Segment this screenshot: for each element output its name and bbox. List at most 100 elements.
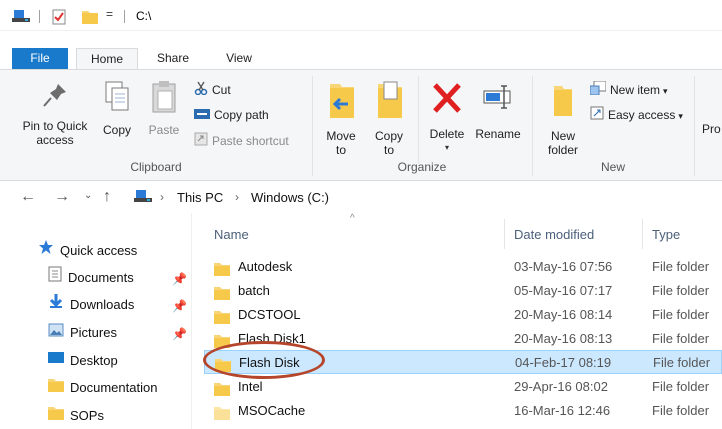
nav-desktop-label: Desktop	[70, 353, 118, 368]
group-divider	[694, 76, 695, 176]
file-name: MSOCache	[238, 403, 306, 418]
nav-documentation-label: Documentation	[70, 380, 158, 395]
column-resize-handle[interactable]	[504, 219, 505, 249]
table-row[interactable]: Intel 29-Apr-16 08:02 File folder	[204, 375, 722, 399]
rename-icon	[472, 80, 524, 121]
forward-arrow-icon[interactable]: →	[54, 188, 70, 206]
recent-locations-icon[interactable]: ⌄	[84, 190, 92, 201]
pin-icon	[16, 80, 94, 113]
up-arrow-icon[interactable]: ↑	[103, 188, 111, 206]
rename-button[interactable]: Rename	[472, 80, 524, 141]
pin-to-quick-access-label: Pin to Quick access	[22, 119, 88, 147]
organize-group-label: Organize	[397, 160, 447, 174]
pin-icon[interactable]: 📌	[172, 327, 187, 341]
table-row[interactable]: DCSTOOL 20-May-16 08:14 File folder	[204, 303, 722, 327]
navigation-pane: Quick access Documents 📌 Downloads 📌 Pic…	[0, 213, 195, 429]
nav-downloads[interactable]: Downloads	[48, 293, 134, 317]
file-type: File folder	[652, 259, 710, 274]
scissors-icon	[194, 81, 208, 101]
file-date: 05-May-16 07:17	[514, 283, 613, 298]
tab-home[interactable]: Home	[76, 48, 138, 70]
copy-path-button[interactable]: Copy path	[194, 105, 269, 125]
delete-x-icon	[424, 80, 470, 121]
file-name: Autodesk	[238, 259, 293, 274]
downloads-icon	[48, 293, 64, 317]
pin-icon[interactable]: 📌	[172, 272, 187, 286]
new-folder-button[interactable]: New folder	[538, 80, 588, 157]
pane-divider[interactable]	[191, 213, 192, 429]
nav-desktop[interactable]: Desktop	[48, 349, 118, 373]
move-to-icon	[320, 80, 362, 123]
divider	[124, 10, 125, 23]
easy-access-icon	[590, 106, 604, 126]
clipboard-group-label: Clipboard	[130, 160, 182, 174]
paste-shortcut-button[interactable]: Paste shortcut	[194, 131, 289, 151]
pin-to-quick-access-button[interactable]: Pin to Quick access	[16, 80, 94, 147]
cut-button[interactable]: Cut	[194, 80, 231, 100]
column-header-name[interactable]: Name	[214, 227, 249, 242]
new-item-button[interactable]: New item ▾	[589, 80, 668, 100]
highlight-circle	[203, 341, 325, 379]
nav-documents[interactable]: Documents	[48, 266, 134, 290]
paste-shortcut-icon	[194, 132, 208, 152]
easy-access-label: Easy access	[608, 108, 676, 122]
nav-documentation[interactable]: Documentation	[48, 376, 157, 400]
tab-share[interactable]: Share	[152, 48, 194, 69]
copy-label: Copy	[102, 123, 131, 137]
tab-file[interactable]: File	[12, 48, 68, 69]
file-date: 16-Mar-16 12:46	[514, 403, 611, 418]
new-folder-qat-icon[interactable]	[82, 9, 98, 27]
column-header-type[interactable]: Type	[652, 227, 680, 242]
copy-button[interactable]: Copy	[98, 80, 136, 137]
properties-button[interactable]: Pro	[702, 122, 722, 136]
nav-quick-access[interactable]: Quick access	[38, 239, 137, 263]
nav-sops[interactable]: SOPs	[48, 404, 104, 428]
qat-dropdown-icon[interactable]: =	[106, 7, 113, 21]
paste-label: Paste	[148, 123, 180, 137]
file-type: File folder	[652, 403, 710, 418]
breadcrumb-separator-icon[interactable]: ›	[160, 190, 164, 204]
pin-icon[interactable]: 📌	[172, 299, 187, 313]
column-resize-handle[interactable]	[642, 219, 643, 249]
paste-shortcut-label: Paste shortcut	[212, 134, 289, 148]
nav-downloads-label: Downloads	[70, 297, 135, 312]
new-folder-label: New folder	[547, 129, 579, 157]
explorer-app-icon[interactable]	[12, 9, 32, 26]
column-header-date-modified[interactable]: Date modified	[514, 227, 594, 242]
this-pc-icon[interactable]	[134, 189, 154, 206]
easy-access-button[interactable]: Easy access ▾	[590, 105, 683, 125]
file-type: File folder	[652, 379, 710, 394]
folder-icon	[214, 404, 230, 428]
file-type: File folder	[653, 355, 711, 370]
copy-path-icon	[194, 106, 210, 126]
file-date: 03-May-16 07:56	[514, 259, 613, 274]
address-bar: ← → ⌄ ↑ › This PC › Windows (C:)	[0, 181, 722, 213]
table-row[interactable]: Autodesk 03-May-16 07:56 File folder	[204, 255, 722, 279]
table-row[interactable]: batch 05-May-16 07:17 File folder	[204, 279, 722, 303]
move-to-button[interactable]: Move to	[320, 80, 362, 157]
breadcrumb-windows-c[interactable]: Windows (C:)	[251, 190, 329, 205]
nav-documents-label: Documents	[68, 270, 134, 285]
copy-to-icon	[368, 80, 410, 123]
breadcrumb-this-pc[interactable]: This PC	[177, 190, 223, 205]
ribbon-tabs: File Home Share View	[0, 48, 722, 70]
breadcrumb-separator-icon[interactable]: ›	[235, 190, 239, 204]
properties-qat-icon[interactable]	[52, 9, 66, 28]
nav-pictures-label: Pictures	[70, 325, 117, 340]
file-type: File folder	[652, 331, 710, 346]
delete-dropdown-icon[interactable]: ▾	[424, 141, 470, 155]
paste-button[interactable]: Paste	[144, 80, 184, 137]
copy-to-button[interactable]: Copy to	[368, 80, 410, 157]
file-name: batch	[238, 283, 270, 298]
delete-label: Delete	[429, 127, 465, 141]
nav-pictures[interactable]: Pictures	[48, 321, 117, 345]
folder-icon	[48, 404, 64, 428]
file-type: File folder	[652, 283, 710, 298]
copy-to-label: Copy to	[374, 129, 403, 157]
back-arrow-icon[interactable]: ←	[20, 188, 36, 206]
file-date: 20-May-16 08:13	[514, 331, 613, 346]
tab-view[interactable]: View	[216, 48, 262, 69]
delete-button[interactable]: Delete ▾	[424, 80, 470, 155]
divider	[39, 10, 40, 23]
table-row[interactable]: MSOCache 16-Mar-16 12:46 File folder	[204, 399, 722, 423]
